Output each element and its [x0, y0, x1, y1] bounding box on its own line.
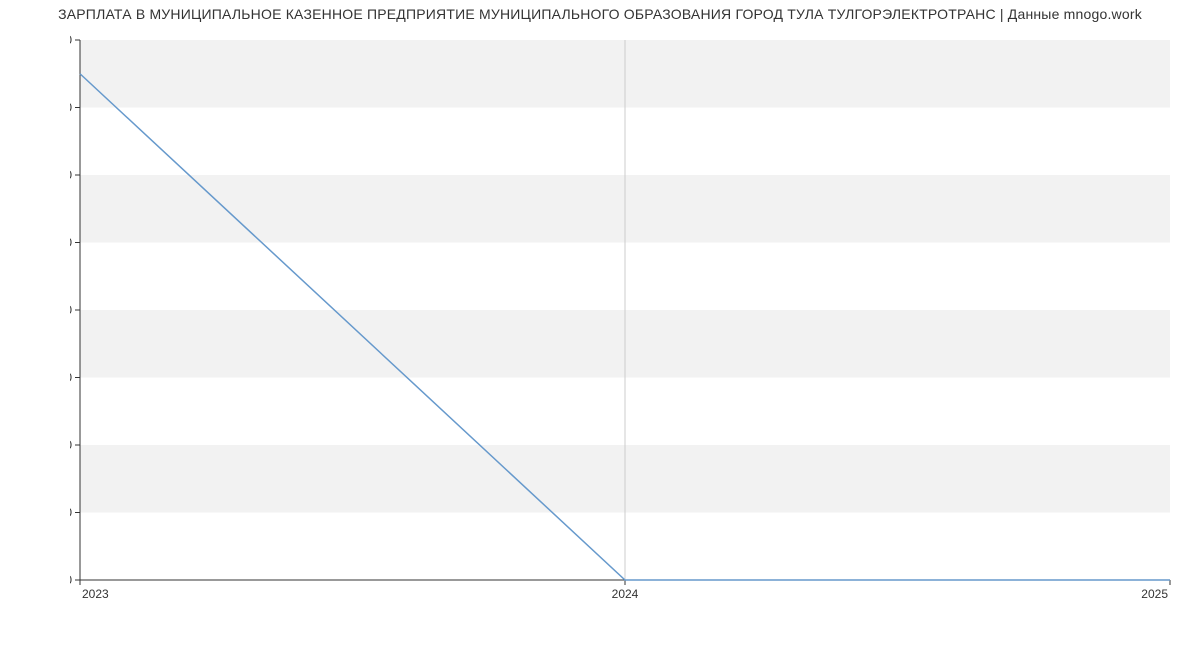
y-axis: 50000 52000 54000 56000 58000 60000 62000 64000…: [70, 33, 80, 587]
y-tick-label: 52000: [70, 506, 72, 520]
x-tick-label: 2023: [82, 587, 109, 601]
chart-container: ЗАРПЛАТА В МУНИЦИПАЛЬНОЕ КАЗЕННОЕ ПРЕДПР…: [0, 0, 1200, 650]
plot-area: 50000 52000 54000 56000 58000 60000 62000 64000…: [70, 30, 1180, 610]
y-tick-label: 60000: [70, 236, 72, 250]
y-tick-label: 66000: [70, 33, 72, 47]
y-tick-label: 54000: [70, 438, 72, 452]
y-tick-label: 56000: [70, 371, 72, 385]
y-tick-label: 62000: [70, 168, 72, 182]
y-tick-label: 58000: [70, 303, 72, 317]
y-tick-label: 64000: [70, 101, 72, 115]
grid-bands: [80, 40, 1170, 580]
chart-title: ЗАРПЛАТА В МУНИЦИПАЛЬНОЕ КАЗЕННОЕ ПРЕДПР…: [0, 6, 1200, 22]
x-tick-label: 2025: [1141, 587, 1168, 601]
x-tick-label: 2024: [612, 587, 639, 601]
y-tick-label: 50000: [70, 573, 72, 587]
x-axis: 2023 2024 2025: [80, 580, 1170, 601]
chart-svg: 50000 52000 54000 56000 58000 60000 62000 64000…: [70, 30, 1180, 610]
